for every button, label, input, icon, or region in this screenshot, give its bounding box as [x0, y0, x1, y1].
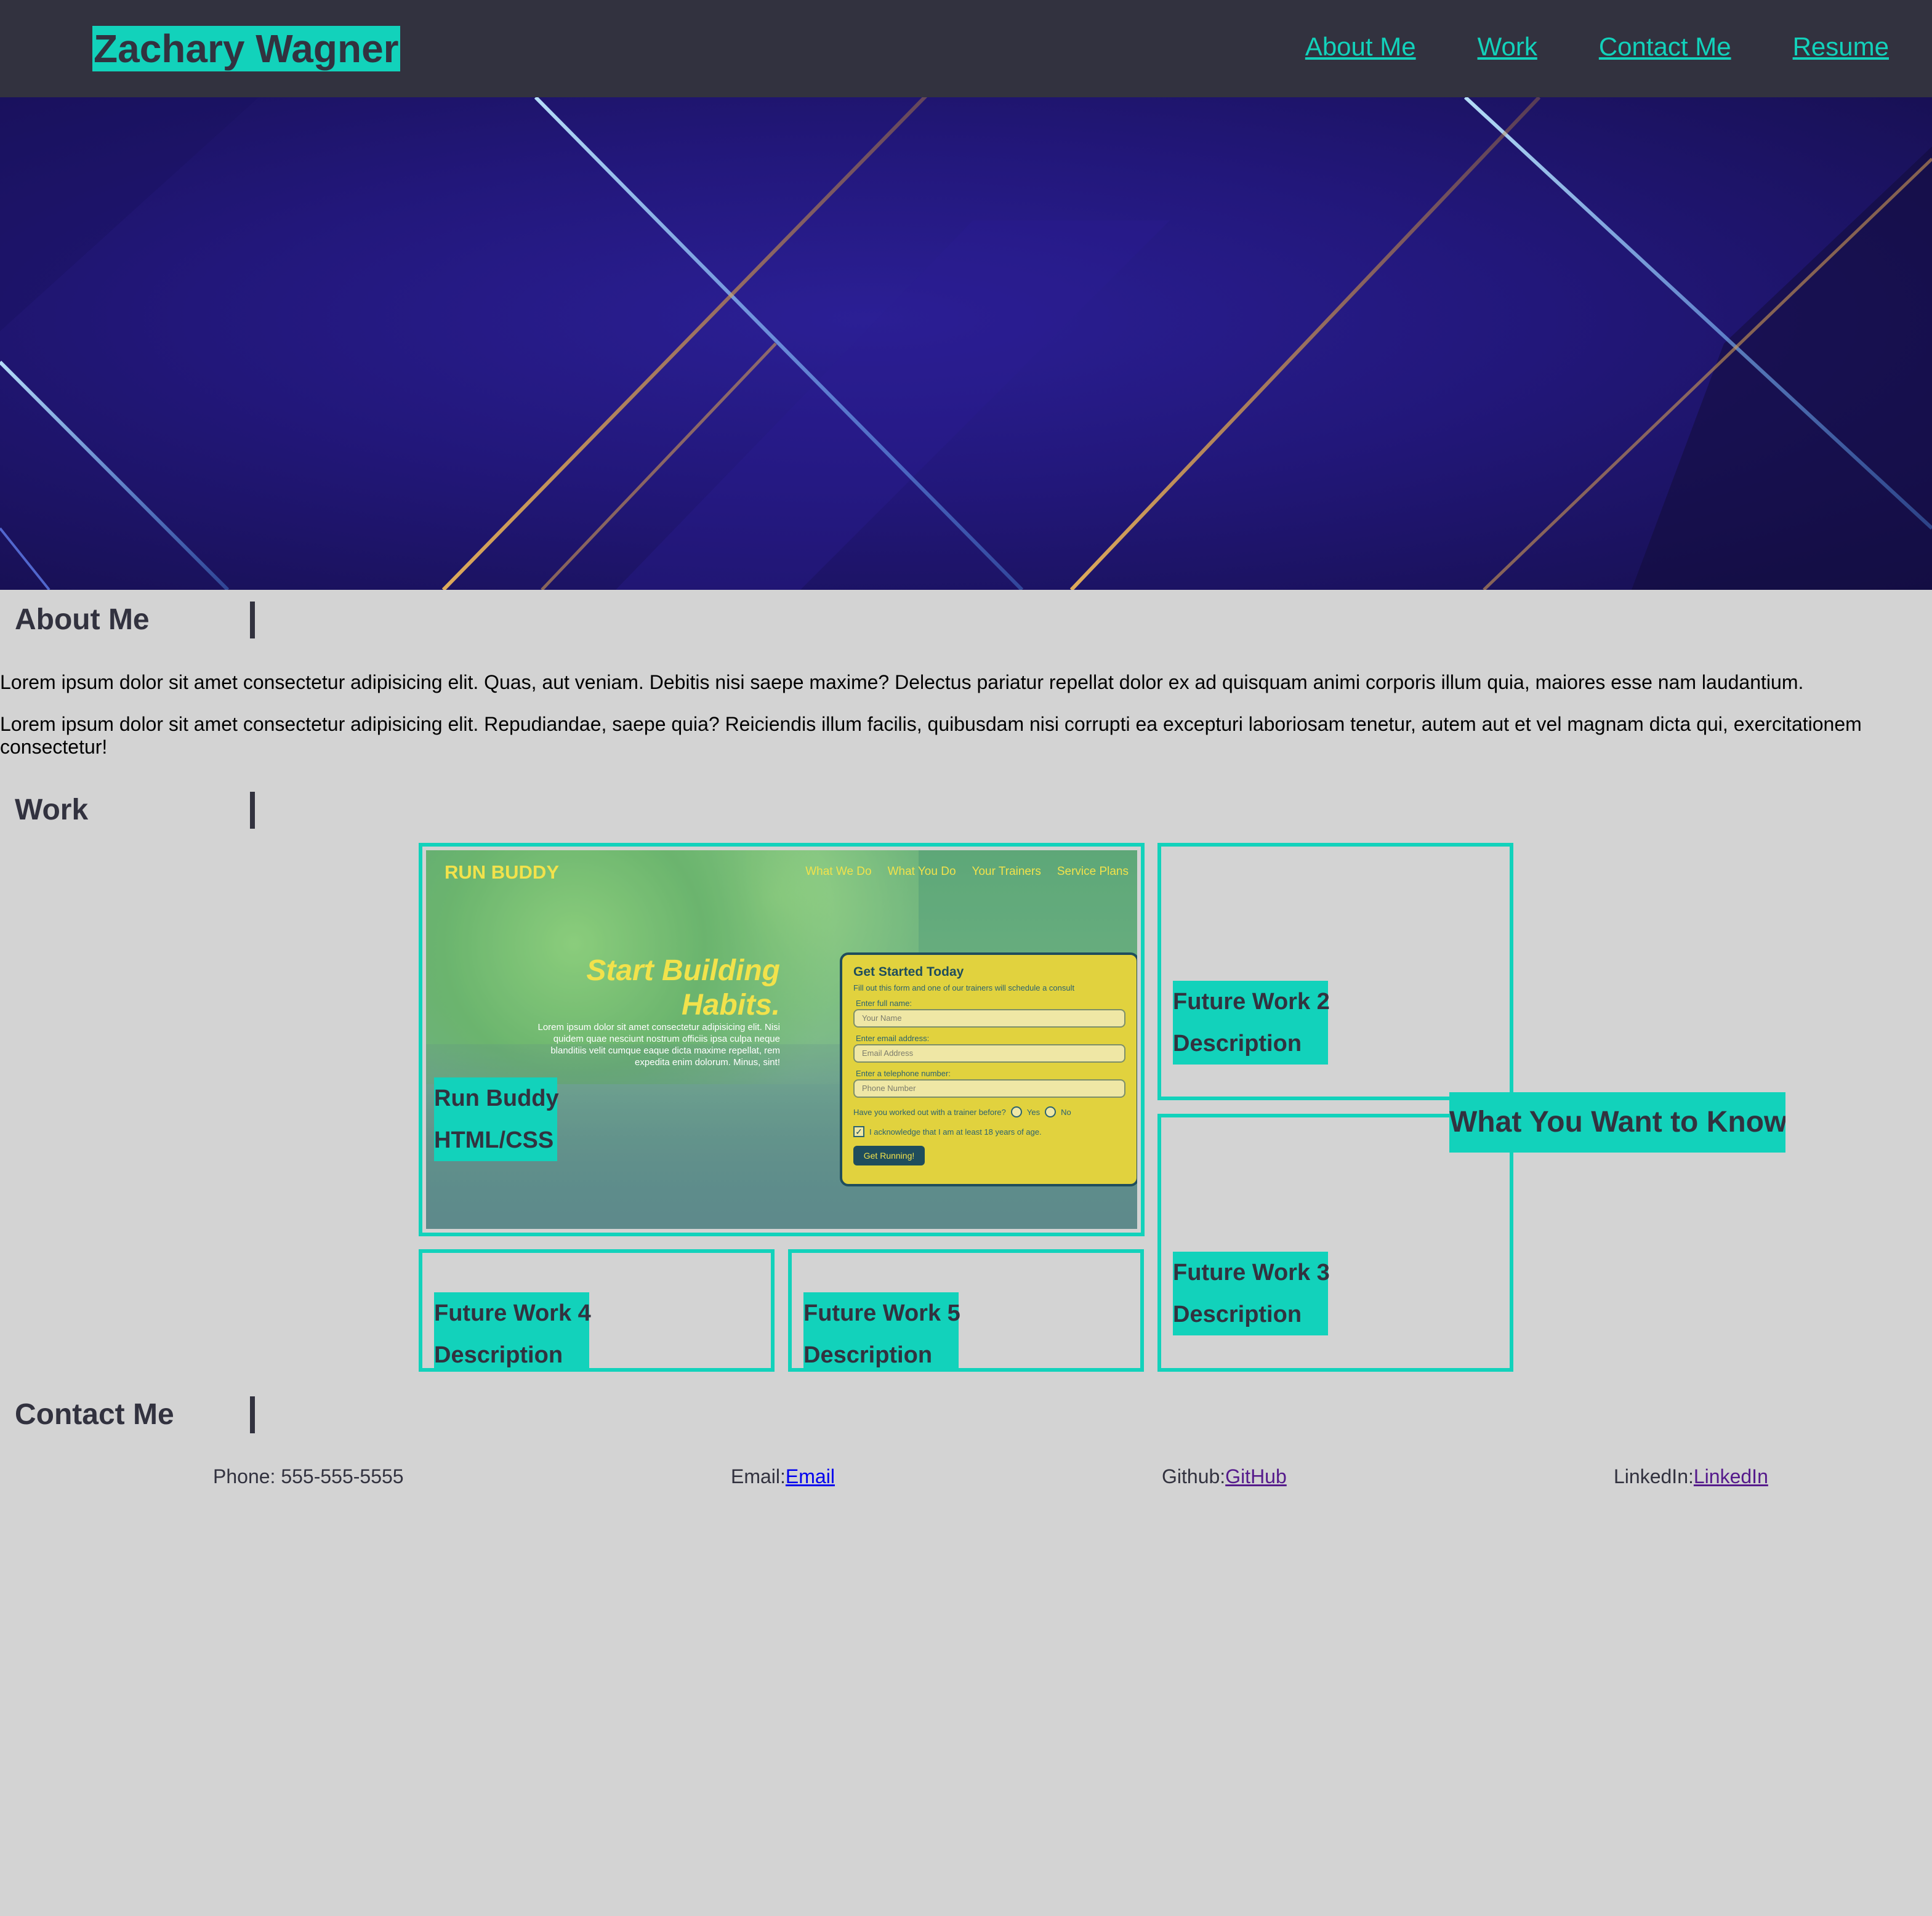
rb-email-input: Email Address — [853, 1044, 1125, 1063]
rb-nav-item: What You Do — [887, 865, 956, 878]
about-heading: About Me — [15, 602, 255, 638]
rb-nav-item: Service Plans — [1057, 865, 1129, 878]
about-paragraph-2: Lorem ipsum dolor sit amet consectetur a… — [0, 713, 1862, 758]
contact-github: Github:GitHub — [1162, 1465, 1287, 1487]
work-card-label: Future Work 5 Description — [803, 1292, 960, 1368]
site-title[interactable]: Zachary Wagner — [92, 26, 400, 71]
rb-hero-text: Lorem ipsum dolor sit amet consectetur a… — [537, 1022, 781, 1068]
site-header: Zachary Wagner About Me Work Contact Me … — [0, 0, 1932, 97]
work-card-label: Future Work 3 Description — [1173, 1252, 1330, 1335]
work-card-future-4[interactable]: Future Work 4 Description — [419, 1249, 775, 1372]
run-buddy-nav: What We Do What You Do Your Trainers Ser… — [805, 865, 1129, 879]
github-link[interactable]: GitHub — [1225, 1465, 1287, 1487]
email-link[interactable]: Email — [786, 1465, 835, 1487]
hero-background-graphic — [0, 97, 1932, 590]
rb-radio-yes — [1010, 1106, 1022, 1117]
rb-get-running-button: Get Running! — [853, 1146, 925, 1165]
contact-email: Email:Email — [731, 1465, 835, 1487]
work-heading: Work — [15, 792, 255, 829]
nav-work[interactable]: Work — [1478, 30, 1537, 64]
run-buddy-logo: RUN BUDDY — [445, 861, 559, 883]
rb-name-input: Your Name — [853, 1009, 1125, 1028]
rb-nav-item: What We Do — [805, 865, 872, 878]
nav-about-me[interactable]: About Me — [1305, 30, 1416, 64]
work-card-future-5[interactable]: Future Work 5 Description — [788, 1249, 1144, 1372]
work-card-future-2[interactable]: Future Work 2 Description — [1157, 843, 1513, 1100]
run-buddy-screenshot: RUN BUDDY What We Do What You Do Your Tr… — [426, 850, 1137, 1229]
nav-resume[interactable]: Resume — [1793, 30, 1889, 64]
work-card-label: Future Work 4 Description — [434, 1292, 591, 1368]
contact-heading: Contact Me — [15, 1396, 255, 1433]
work-card-label: Run Buddy HTML/CSS — [434, 1077, 559, 1161]
contact-phone: Phone: 555-555-5555 — [213, 1465, 404, 1487]
nav-contact-me[interactable]: Contact Me — [1599, 30, 1731, 64]
rb-nav-item: Your Trainers — [972, 865, 1041, 878]
what-you-want-to-know-callout: What You Want to Know — [1449, 1092, 1785, 1153]
main-nav: About Me Work Contact Me Resume — [1305, 30, 1889, 64]
work-card-label: Future Work 2 Description — [1173, 981, 1330, 1065]
linkedin-link[interactable]: LinkedIn — [1694, 1465, 1768, 1487]
rb-signup-form: Get Started Today Fill out this form and… — [840, 952, 1137, 1186]
about-paragraph-1: Lorem ipsum dolor sit amet consectetur a… — [0, 671, 1804, 693]
rb-radio-no — [1045, 1106, 1057, 1117]
rb-headline: Start Building Habits. — [586, 954, 780, 1021]
rb-checkbox: ✓ — [853, 1126, 864, 1137]
rb-phone-input: Phone Number — [853, 1079, 1125, 1098]
contact-linkedin: LinkedIn:LinkedIn — [1614, 1465, 1768, 1487]
hero-banner — [0, 97, 1932, 590]
work-card-run-buddy[interactable]: RUN BUDDY What We Do What You Do Your Tr… — [419, 843, 1145, 1236]
